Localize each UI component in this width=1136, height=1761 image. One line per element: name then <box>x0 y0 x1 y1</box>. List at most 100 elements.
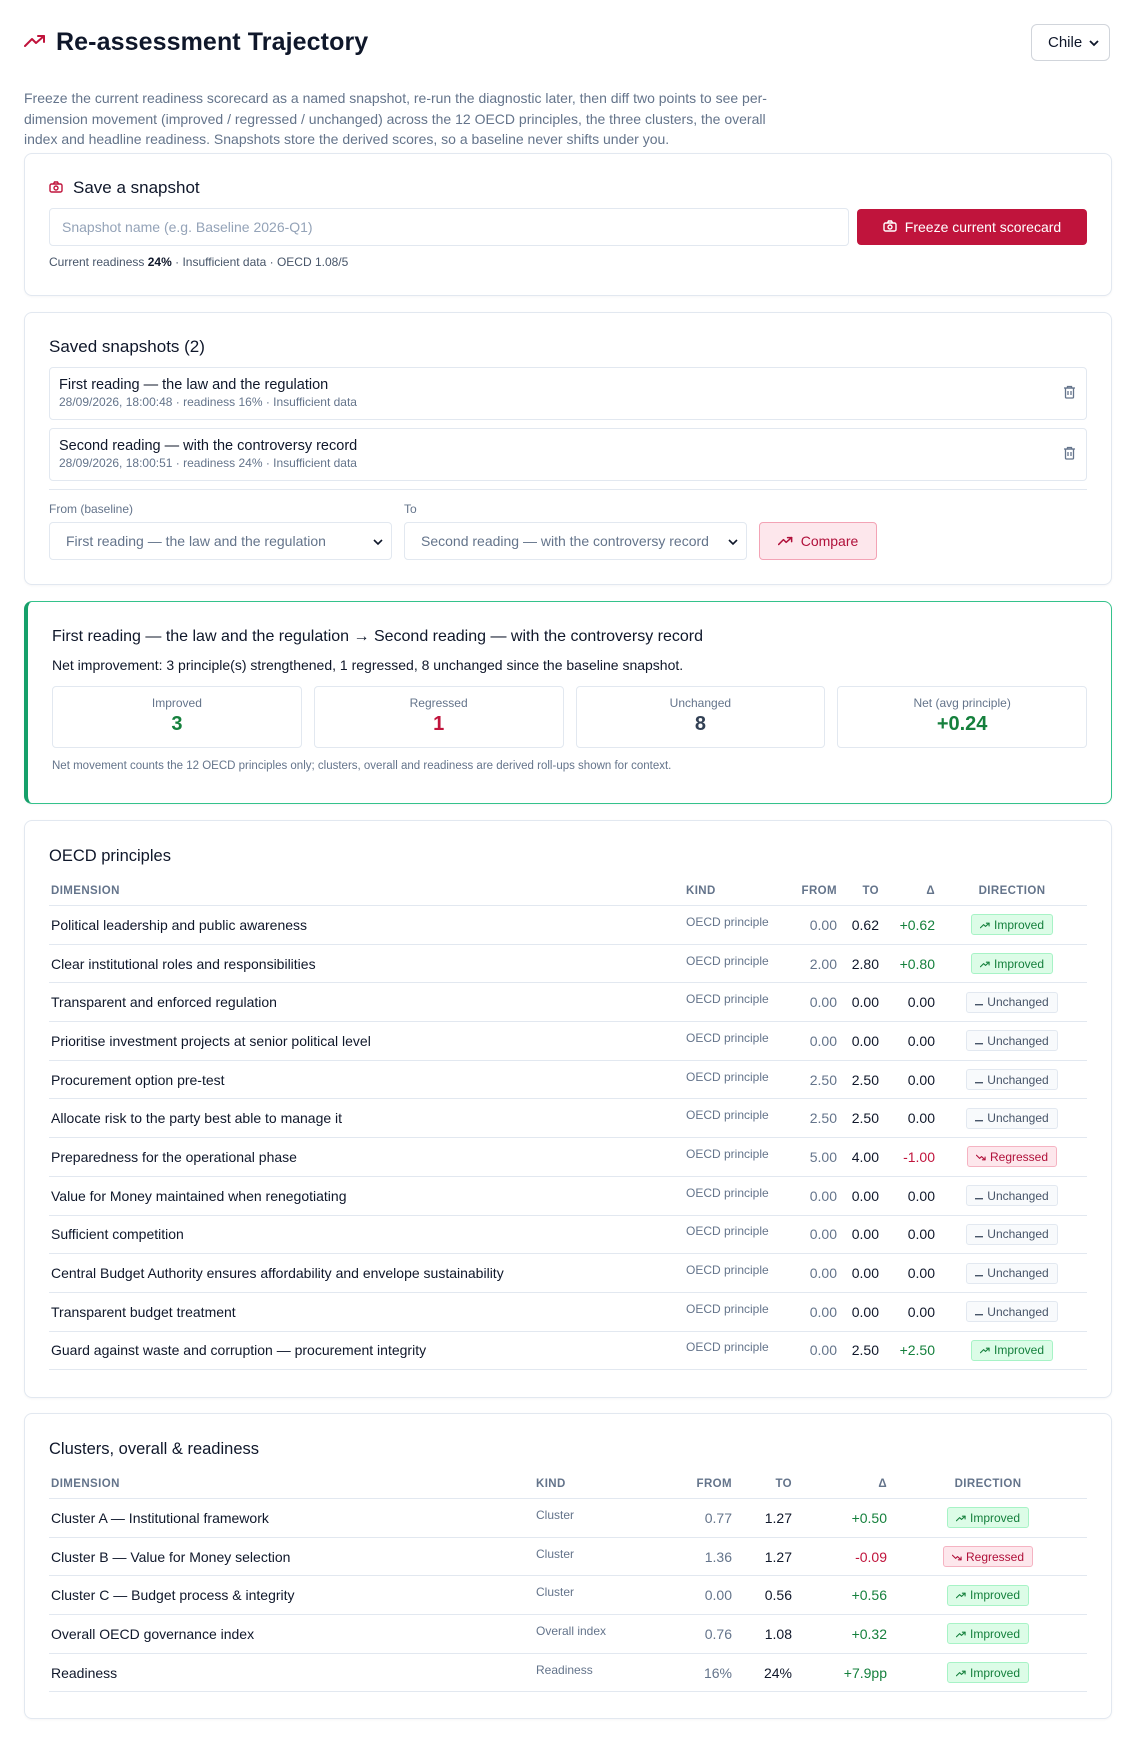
snapshot-name: Second reading — with the controversy re… <box>59 438 358 454</box>
row-kind: OECD principle <box>684 1331 779 1371</box>
row-kind: Cluster <box>534 1537 674 1577</box>
row-dimension: Preparedness for the operational phase <box>49 1137 684 1177</box>
row-kind-text: OECD principle <box>686 992 769 1007</box>
snapshot-item[interactable]: Second reading — with the controversy re… <box>49 428 1087 481</box>
row-from: 0.00 <box>674 1575 734 1616</box>
table-row: Cluster B — Value for Money selection Clu… <box>49 1537 1087 1577</box>
direction-badge: Improved <box>946 1623 1030 1645</box>
row-direction: Improved <box>889 1614 1087 1654</box>
direction-badge: Unchanged <box>966 991 1058 1013</box>
trash-icon[interactable] <box>1063 446 1076 463</box>
row-kind: OECD principle <box>684 1098 779 1139</box>
col-to: To <box>839 885 881 906</box>
principles-body: Political leadership and public awarenes… <box>49 905 1087 1371</box>
divider <box>49 489 1087 490</box>
from-label: From (baseline) <box>49 502 134 516</box>
country-select[interactable]: Chile <box>1031 24 1110 61</box>
row-dimension: Political leadership and public awarenes… <box>49 905 684 945</box>
row-to: 1.08 <box>734 1614 794 1654</box>
page-header: Re-assessment Trajectory Chile <box>24 24 1112 64</box>
row-direction: Improved <box>889 1653 1087 1693</box>
row-from: 5.00 <box>779 1137 839 1177</box>
direction-label: Unchanged <box>987 1033 1049 1048</box>
row-direction: Unchanged <box>937 1176 1087 1216</box>
camera-icon <box>49 178 63 198</box>
row-direction: Improved <box>937 905 1087 945</box>
row-to: 0.00 <box>839 1253 881 1293</box>
direction-label: Improved <box>969 1626 1021 1641</box>
row-kind-text: Cluster <box>536 1546 575 1561</box>
trash-icon[interactable] <box>1063 385 1076 402</box>
row-dimension: Readiness <box>49 1653 534 1693</box>
country-select-value: Chile <box>1048 34 1083 51</box>
direction-label: Unchanged <box>987 1227 1049 1242</box>
from-select-value: First reading — the law and the regulati… <box>66 533 326 549</box>
row-delta: +0.62 <box>881 905 937 945</box>
direction-badge: Unchanged <box>966 1107 1058 1129</box>
stat-improved: Improved 3 <box>52 686 302 748</box>
table-row: Readiness Readiness 16% 24% +7.9pp Improved <box>49 1653 1087 1693</box>
minus-icon <box>975 1305 984 1319</box>
readiness-value: 24% <box>147 255 172 269</box>
snapshot-item[interactable]: First reading — the law and the regulati… <box>49 367 1087 420</box>
readiness-meta-suffix: · Insufficient data · OECD 1.08/5 <box>175 255 349 269</box>
col-from: From <box>674 1478 734 1499</box>
to-select[interactable]: Second reading — with the controversy re… <box>404 522 747 560</box>
row-kind-text: OECD principle <box>686 953 769 968</box>
row-direction: Regressed <box>889 1537 1087 1577</box>
row-delta: +7.9pp <box>794 1653 889 1693</box>
row-dimension: Cluster B — Value for Money selection <box>49 1537 534 1577</box>
compare-label: Compare <box>800 533 859 549</box>
row-kind-text: OECD principle <box>686 1340 769 1355</box>
minus-icon <box>975 1189 984 1203</box>
row-direction: Unchanged <box>937 982 1087 1023</box>
direction-badge: Unchanged <box>966 1262 1058 1284</box>
col-delta: Δ <box>881 885 937 906</box>
row-dimension: Central Budget Authority ensures afforda… <box>49 1253 684 1293</box>
title-wrap: Re-assessment Trajectory <box>24 28 368 57</box>
row-dimension: Allocate risk to the party best able to … <box>49 1098 684 1139</box>
trending-up-icon <box>777 533 793 549</box>
row-to: 2.50 <box>839 1331 881 1371</box>
readiness-label: Current readiness <box>49 255 145 269</box>
row-from: 0.00 <box>779 1253 839 1293</box>
freeze-scorecard-button[interactable]: Freeze current scorecard <box>857 209 1087 245</box>
row-from: 0.00 <box>779 1292 839 1332</box>
row-dimension: Overall OECD governance index <box>49 1614 534 1654</box>
stat-regressed: Regressed 1 <box>313 686 564 748</box>
row-direction: Improved <box>889 1498 1087 1538</box>
direction-badge: Improved <box>970 953 1054 975</box>
direction-badge: Unchanged <box>966 1069 1058 1091</box>
row-to: 0.00 <box>839 1021 881 1061</box>
snapshot-name-input[interactable]: Snapshot name (e.g. Baseline 2026-Q1) <box>49 208 849 246</box>
stat-value: 3 <box>171 713 183 735</box>
minus-icon <box>975 1034 984 1048</box>
minus-icon <box>975 995 984 1009</box>
row-delta: 0.00 <box>881 1292 937 1332</box>
row-delta: 0.00 <box>881 1215 937 1255</box>
row-from: 2.50 <box>779 1060 839 1100</box>
row-dimension: Clear institutional roles and responsibi… <box>49 944 684 984</box>
row-kind: OECD principle <box>684 905 779 945</box>
row-delta: 0.00 <box>881 1253 937 1293</box>
row-to: 4.00 <box>839 1137 881 1177</box>
save-snapshot-title-text: Save a snapshot <box>73 178 200 197</box>
stats-row: Improved 3 Regressed 1 Unchanged 8 Net (… <box>52 686 1087 748</box>
table-row: Guard against waste and corruption — pro… <box>49 1331 1087 1371</box>
compare-button[interactable]: Compare <box>759 522 877 560</box>
row-kind: Readiness <box>534 1653 674 1693</box>
row-to: 24% <box>734 1653 794 1693</box>
direction-label: Improved <box>993 917 1045 932</box>
row-kind-text: OECD principle <box>686 1146 769 1161</box>
table-row: Procurement option pre-test OECD principl… <box>49 1060 1087 1100</box>
from-select[interactable]: First reading — the law and the regulati… <box>49 522 392 560</box>
row-dimension: Cluster C — Budget process & integrity <box>49 1575 534 1616</box>
row-from: 0.00 <box>779 905 839 945</box>
row-kind: OECD principle <box>684 1021 779 1061</box>
col-to: To <box>734 1478 794 1499</box>
stat-value: 8 <box>694 713 706 735</box>
row-dimension: Cluster A — Institutional framework <box>49 1498 534 1538</box>
page-title: Re-assessment Trajectory <box>56 28 369 56</box>
row-delta: +0.50 <box>794 1498 889 1538</box>
direction-label: Improved <box>993 956 1045 971</box>
